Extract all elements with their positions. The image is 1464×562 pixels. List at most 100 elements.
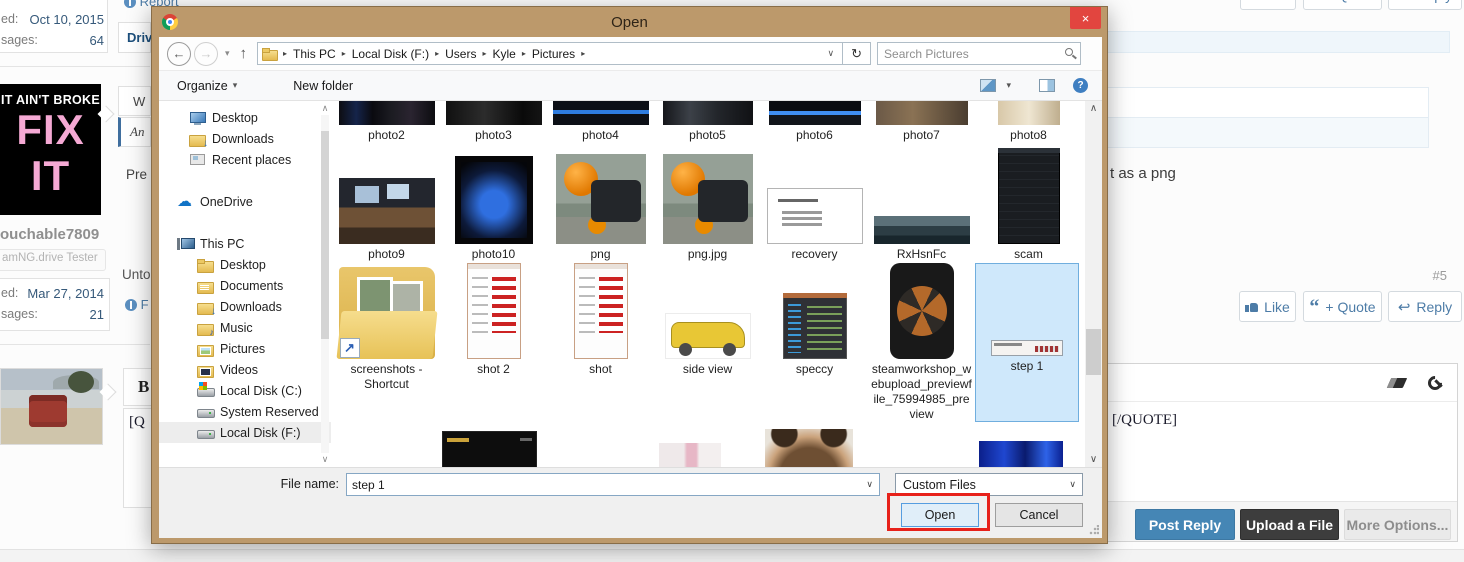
file-item[interactable]: speccy — [761, 263, 868, 422]
view-dropdown-icon[interactable]: ▾ — [1006, 80, 1011, 91]
sidebar-item[interactable]: System Reserved — [159, 401, 331, 422]
more-options-button[interactable]: More Options... — [1344, 509, 1451, 540]
breadcrumb-item[interactable]: This PC — [293, 47, 336, 61]
address-dropdown-icon[interactable]: ∨ — [827, 48, 834, 59]
partial-thumbnail[interactable] — [659, 443, 721, 467]
scroll-down-icon[interactable]: ∨ — [320, 454, 330, 465]
sidebar-item[interactable]: Documents — [159, 275, 331, 296]
file-item[interactable]: photo8 — [975, 101, 1082, 143]
file-item[interactable]: side view — [654, 263, 761, 422]
report-link-fragment[interactable]: F — [125, 297, 149, 312]
tab-active[interactable]: An — [118, 117, 151, 147]
post-number[interactable]: #5 — [1400, 268, 1447, 283]
upload-file-button[interactable]: Upload a File — [1240, 509, 1339, 540]
breadcrumb[interactable]: ▸ This PC ▸ Local Disk (F:) ▸ Users ▸ Ky… — [257, 42, 844, 65]
scroll-up-icon[interactable]: ∧ — [320, 103, 330, 114]
view-thumbnails-icon[interactable] — [980, 79, 997, 92]
tree-item-icon — [197, 381, 215, 398]
post-reply-button[interactable]: Post Reply — [1135, 509, 1235, 540]
sidebar-item[interactable]: Local Disk (C:) — [159, 380, 331, 401]
scrollbar-thumb[interactable] — [1086, 329, 1101, 375]
user-avatar-car[interactable] — [0, 368, 103, 445]
dialog-title-bar[interactable]: Open × — [152, 7, 1107, 37]
breadcrumb-item[interactable]: Kyle — [492, 47, 515, 61]
close-button[interactable]: × — [1070, 7, 1101, 29]
reply-button[interactable]: ↩ Reply — [1388, 291, 1462, 322]
content-row-highlight — [1107, 117, 1428, 147]
file-item[interactable]: scam — [975, 148, 1082, 262]
sidebar-item[interactable]: Recent places — [159, 149, 331, 170]
scrollbar-thumb[interactable] — [321, 131, 329, 339]
sidebar-item[interactable]: Downloads — [159, 296, 331, 317]
up-button[interactable]: ↑ — [240, 45, 248, 62]
file-name-input[interactable] — [347, 474, 847, 495]
refresh-button[interactable]: ↻ — [843, 42, 872, 65]
eraser-button[interactable] — [1383, 369, 1411, 397]
file-item[interactable]: photo9 — [333, 148, 440, 262]
sidebar-item[interactable]: Videos — [159, 359, 331, 380]
chevron-down-icon[interactable]: ∨ — [866, 479, 873, 490]
username[interactable]: ouchable7809 — [0, 226, 104, 243]
cancel-button[interactable]: Cancel — [995, 503, 1083, 527]
file-item[interactable]: photo4 — [547, 101, 654, 143]
file-item[interactable]: recovery — [761, 148, 868, 262]
quote-button[interactable]: “+ Quote — [1303, 291, 1382, 322]
file-item[interactable]: step 1 — [975, 263, 1079, 422]
file-item[interactable]: RxHsnFc — [868, 148, 975, 262]
file-item[interactable]: shot 2 — [440, 263, 547, 422]
file-item[interactable]: photo5 — [654, 101, 761, 143]
scroll-up-icon[interactable]: ∧ — [1085, 101, 1102, 116]
breadcrumb-item[interactable]: Users — [445, 47, 476, 61]
file-thumbnail — [768, 101, 861, 125]
tab-watch[interactable]: W — [118, 86, 151, 116]
breadcrumb-item[interactable]: Local Disk (F:) — [352, 47, 429, 61]
breadcrumb-item[interactable]: Pictures — [532, 47, 575, 61]
file-item[interactable]: steamworkshop_webupload_previewfile_7599… — [868, 263, 975, 422]
file-item[interactable]: photo7 — [868, 101, 975, 143]
wrench-button[interactable] — [1421, 369, 1449, 397]
file-item[interactable]: ↗ screenshots - Shortcut — [333, 263, 440, 422]
sidebar-item[interactable]: Desktop — [159, 254, 331, 275]
sidebar-item[interactable]: Pictures — [159, 338, 331, 359]
file-item[interactable]: shot — [547, 263, 654, 422]
file-list-scrollbar[interactable]: ∧ ∨ — [1085, 101, 1102, 467]
file-name-label: speccy — [795, 362, 834, 376]
like-button-cut[interactable]: Like — [1240, 0, 1296, 10]
back-button[interactable]: ← — [167, 41, 191, 66]
file-thumbnail — [889, 263, 954, 359]
file-item[interactable]: photo2 — [333, 101, 440, 143]
like-button[interactable]: Like — [1239, 291, 1296, 322]
drive-link-box[interactable]: Driv — [118, 22, 152, 53]
partial-thumbnail[interactable] — [979, 441, 1063, 467]
file-name-label: photo2 — [368, 128, 405, 142]
sidebar-item[interactable]: Desktop — [159, 107, 331, 128]
history-dropdown-icon[interactable]: ▾ — [225, 48, 230, 59]
file-name-combo[interactable]: ∨ — [346, 473, 880, 496]
sidebar-scrollbar[interactable]: ∧ ∨ — [320, 101, 330, 467]
file-item[interactable]: photo6 — [761, 101, 868, 143]
editor-toolbar — [1105, 364, 1457, 402]
resize-grip[interactable] — [1089, 525, 1099, 535]
search-box[interactable] — [877, 42, 1082, 65]
file-item[interactable]: png — [547, 148, 654, 262]
partial-thumbnail[interactable] — [442, 431, 537, 467]
sidebar-item[interactable]: OneDrive — [159, 191, 331, 212]
file-item[interactable]: photo3 — [440, 101, 547, 143]
reply-button-cut[interactable]: ↩Reply — [1388, 0, 1462, 10]
sidebar-item[interactable]: Downloads — [159, 128, 331, 149]
editor-text[interactable]: [/QUOTE] — [1112, 412, 1177, 429]
user-avatar[interactable]: IT AIN'T BROKE FIX IT — [0, 84, 101, 215]
new-folder-button[interactable]: New folder — [293, 79, 353, 93]
organize-menu[interactable]: Organize ▾ — [177, 79, 237, 93]
preview-pane-icon[interactable] — [1039, 79, 1055, 92]
file-item[interactable]: png.jpg — [654, 148, 761, 262]
quote-button-cut[interactable]: “+ Quote — [1303, 0, 1382, 10]
sidebar-item[interactable]: Local Disk (F:) — [159, 422, 331, 443]
search-input[interactable] — [878, 46, 1049, 61]
help-icon[interactable]: ? — [1073, 78, 1088, 93]
sidebar-item[interactable]: This PC — [159, 233, 331, 254]
scroll-down-icon[interactable]: ∨ — [1085, 452, 1102, 467]
sidebar-item[interactable]: Music — [159, 317, 331, 338]
partial-thumbnail[interactable] — [765, 429, 853, 467]
file-item[interactable]: photo10 — [440, 148, 547, 262]
